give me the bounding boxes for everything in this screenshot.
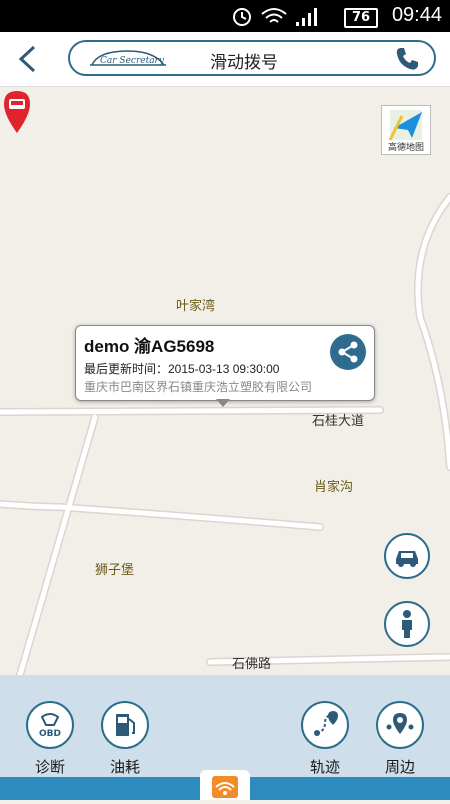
fuel-button[interactable]: 油耗 (99, 701, 151, 777)
fuel-label: 油耗 (109, 759, 140, 776)
person-icon (402, 610, 412, 638)
car-logo-icon: Car Secretary (90, 50, 166, 66)
track-icon (301, 701, 349, 749)
clock: 09:44 (391, 4, 442, 26)
road-label: 石桂大道 (312, 413, 365, 428)
status-icons (233, 8, 317, 26)
diagnose-button[interactable]: OBD 诊断 (24, 701, 76, 777)
last-update-time: 最后更新时间：2015-03-13 09:30:00 (84, 362, 280, 376)
track-button[interactable]: 轨迹 (299, 701, 351, 777)
road-label: 石佛路 (232, 656, 272, 671)
back-icon[interactable] (12, 42, 46, 76)
track-label: 轨迹 (309, 759, 340, 776)
page-title: 滑动拨号 (210, 53, 278, 72)
place-label: 狮子堡 (95, 562, 135, 577)
place-label: 肖家沟 (314, 479, 354, 494)
wifi-icon (261, 8, 287, 23)
fuel-icon (101, 701, 149, 749)
svg-text:OBD: OBD (39, 729, 61, 739)
popup-tail (216, 399, 230, 407)
nearby-icon (376, 701, 424, 749)
vehicle-title: demo 渝AG5698 (84, 337, 215, 356)
amap-label: 高德地图 (387, 143, 424, 153)
amap-logo-icon (388, 110, 422, 141)
my-location-button[interactable] (384, 601, 430, 647)
share-icon (338, 341, 358, 363)
diagnose-label: 诊断 (34, 759, 65, 776)
amap-button[interactable]: 高德地图 (381, 105, 431, 155)
phone-icon[interactable] (394, 46, 420, 72)
signal-icon (296, 8, 317, 26)
place-label: 叶家湾 (176, 298, 216, 313)
vehicle-location-marker[interactable] (0, 87, 34, 135)
alarm-icon (233, 8, 251, 26)
svg-text:Car Secretary: Car Secretary (100, 56, 165, 66)
vehicle-info-popup[interactable]: demo 渝AG5698 最后更新时间：2015-03-13 09:30:00 … (75, 325, 375, 407)
vehicle-locate-button[interactable] (384, 533, 430, 579)
slide-dial-bar[interactable]: Car Secretary 滑动拨号 (68, 40, 436, 76)
car-secretary-logo: Car Secretary (88, 47, 168, 71)
header-bar: Car Secretary 滑动拨号 (0, 32, 450, 87)
obd-icon: OBD (26, 701, 74, 749)
share-button[interactable] (330, 334, 366, 370)
vehicle-address: 重庆市巴南区界石镇重庆浩立塑胶有限公司 (84, 380, 313, 394)
signal-waves-icon (212, 776, 238, 798)
battery-level: 76 (344, 8, 378, 28)
map-view[interactable]: 高德地图 叶家湾 肖家沟 狮子堡 石桂大道 石佛路 demo 渝AG5698 最… (0, 87, 450, 675)
nearby-label: 周边 (384, 759, 415, 776)
status-bar: 76 09:44 (0, 0, 450, 32)
nearby-button[interactable]: 周边 (374, 701, 426, 777)
car-icon (396, 551, 418, 567)
center-signal-button[interactable] (200, 770, 250, 800)
